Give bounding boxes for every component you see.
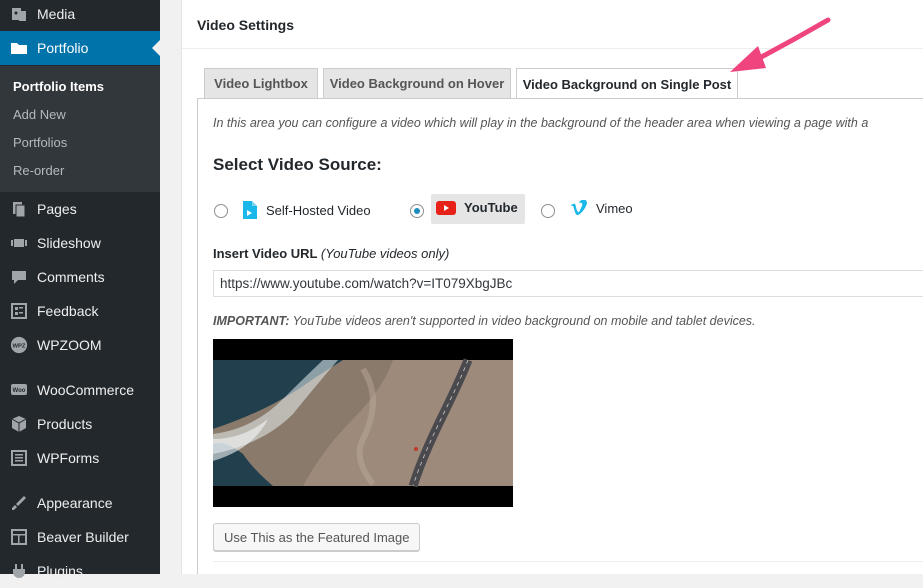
menu-item-label: Appearance [37, 495, 113, 511]
tab-video-lightbox[interactable]: Video Lightbox [204, 68, 318, 98]
menu-item-label: Media [37, 6, 76, 22]
woocommerce-icon: Woo [10, 381, 28, 399]
use-featured-image-button[interactable]: Use This as the Featured Image [213, 523, 421, 551]
media-icon [10, 5, 28, 23]
vimeo-icon [570, 200, 588, 216]
folder-icon [10, 39, 28, 57]
menu-item-label: WPForms [37, 450, 100, 466]
radio-youtube[interactable] [410, 204, 424, 218]
important-note: IMPORTANT: YouTube videos aren't support… [213, 314, 756, 328]
menu-item-label: Comments [37, 269, 105, 285]
wpzoom-icon: WPZ [10, 336, 28, 354]
plugins-icon [10, 562, 28, 580]
menu-item-wpzoom[interactable]: WPZ WPZOOM [0, 328, 160, 362]
menu-item-label: Portfolio [37, 40, 89, 56]
menu-item-feedback[interactable]: Feedback [0, 294, 160, 328]
source-label: Self-Hosted Video [266, 202, 371, 218]
menu-item-comments[interactable]: Comments [0, 260, 160, 294]
menu-item-label: WooCommerce [37, 382, 134, 398]
menu-item-label: Plugins [37, 563, 83, 579]
source-label: Vimeo [596, 200, 633, 216]
appearance-icon [10, 494, 28, 512]
beaver-builder-icon [10, 528, 28, 546]
menu-item-plugins[interactable]: Plugins [0, 554, 160, 588]
submenu-add-new[interactable]: Add New [13, 107, 66, 122]
products-icon [10, 415, 28, 433]
menu-item-label: Products [37, 416, 93, 432]
menu-item-label: Slideshow [37, 235, 101, 251]
menu-item-wpforms[interactable]: WPForms [0, 441, 160, 475]
divider [213, 561, 923, 562]
tab-video-background-hover[interactable]: Video Background on Hover [323, 68, 511, 98]
svg-text:WPZ: WPZ [13, 343, 26, 349]
url-label: Insert Video URL (YouTube videos only) [213, 246, 450, 261]
youtube-icon [436, 200, 456, 215]
menu-item-label: Beaver Builder [37, 529, 129, 545]
video-thumbnail [213, 339, 513, 507]
menu-item-portfolio[interactable]: Portfolio [0, 31, 160, 65]
menu-item-beaver-builder[interactable]: Beaver Builder [0, 520, 160, 554]
slideshow-icon [10, 234, 28, 252]
comments-icon [10, 268, 28, 286]
submenu-portfolios[interactable]: Portfolios [13, 135, 67, 150]
radio-vimeo[interactable] [541, 204, 555, 218]
section-title: Select Video Source: [213, 155, 382, 174]
menu-item-appearance[interactable]: Appearance [0, 486, 160, 520]
submenu-portfolio-items[interactable]: Portfolio Items [13, 79, 104, 94]
source-self-hosted[interactable]: Self-Hosted Video [242, 200, 371, 220]
menu-item-media[interactable]: Media [0, 0, 160, 31]
video-url-input[interactable] [213, 270, 923, 297]
menu-item-woocommerce[interactable]: Woo WooCommerce [0, 373, 160, 407]
menu-item-slideshow[interactable]: Slideshow [0, 226, 160, 260]
annotation-arrow [730, 17, 831, 72]
source-youtube[interactable]: YouTube [436, 200, 518, 215]
menu-item-label: Pages [37, 201, 77, 217]
menu-item-pages[interactable]: Pages [0, 192, 160, 226]
svg-text:Woo: Woo [13, 388, 26, 394]
source-vimeo[interactable]: Vimeo [570, 200, 633, 216]
menu-item-label: WPZOOM [37, 337, 102, 353]
pages-icon [10, 200, 28, 218]
radio-self-hosted[interactable] [214, 204, 228, 218]
source-label: YouTube [464, 200, 518, 215]
feedback-icon [10, 302, 28, 320]
file-video-icon [242, 200, 258, 220]
admin-sidebar: Media Portfolio Portfolio Items Add New … [0, 0, 160, 579]
wpforms-icon [10, 449, 28, 467]
submenu-re-order[interactable]: Re-order [13, 163, 64, 178]
panel-title: Video Settings [197, 17, 294, 33]
menu-item-products[interactable]: Products [0, 407, 160, 441]
intro-text: In this area you can configure a video w… [213, 116, 869, 130]
tab-content: In this area you can configure a video w… [197, 98, 923, 574]
menu-item-label: Feedback [37, 303, 99, 319]
portfolio-submenu: Portfolio Items Add New Portfolios Re-or… [0, 66, 160, 192]
